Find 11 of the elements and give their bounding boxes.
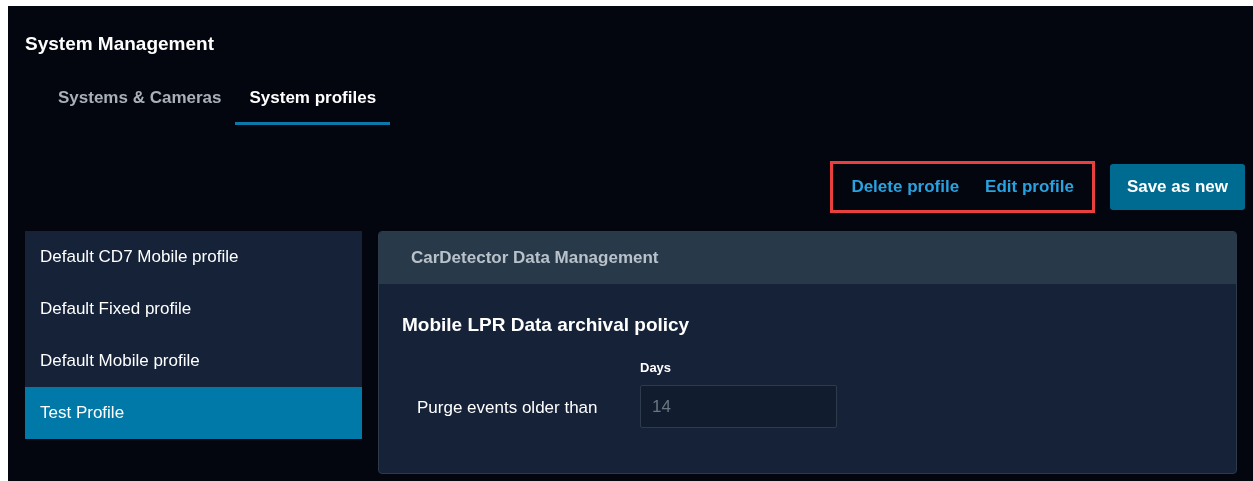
profile-item[interactable]: Test Profile (25, 387, 362, 439)
tab[interactable]: System profiles (235, 84, 391, 125)
tab[interactable]: Systems & Cameras (44, 84, 236, 125)
unit-label: Days (640, 358, 673, 377)
save-as-new-button[interactable]: Save as new (1109, 164, 1245, 210)
action-link[interactable]: Edit profile (977, 174, 1082, 200)
panel-title: CarDetector Data Management (411, 247, 659, 270)
page-title: System Management (25, 32, 214, 56)
section-title: Mobile LPR Data archival policy (402, 313, 691, 337)
field-label: Purge events older than (417, 396, 599, 419)
action-link[interactable]: Delete profile (843, 174, 968, 200)
